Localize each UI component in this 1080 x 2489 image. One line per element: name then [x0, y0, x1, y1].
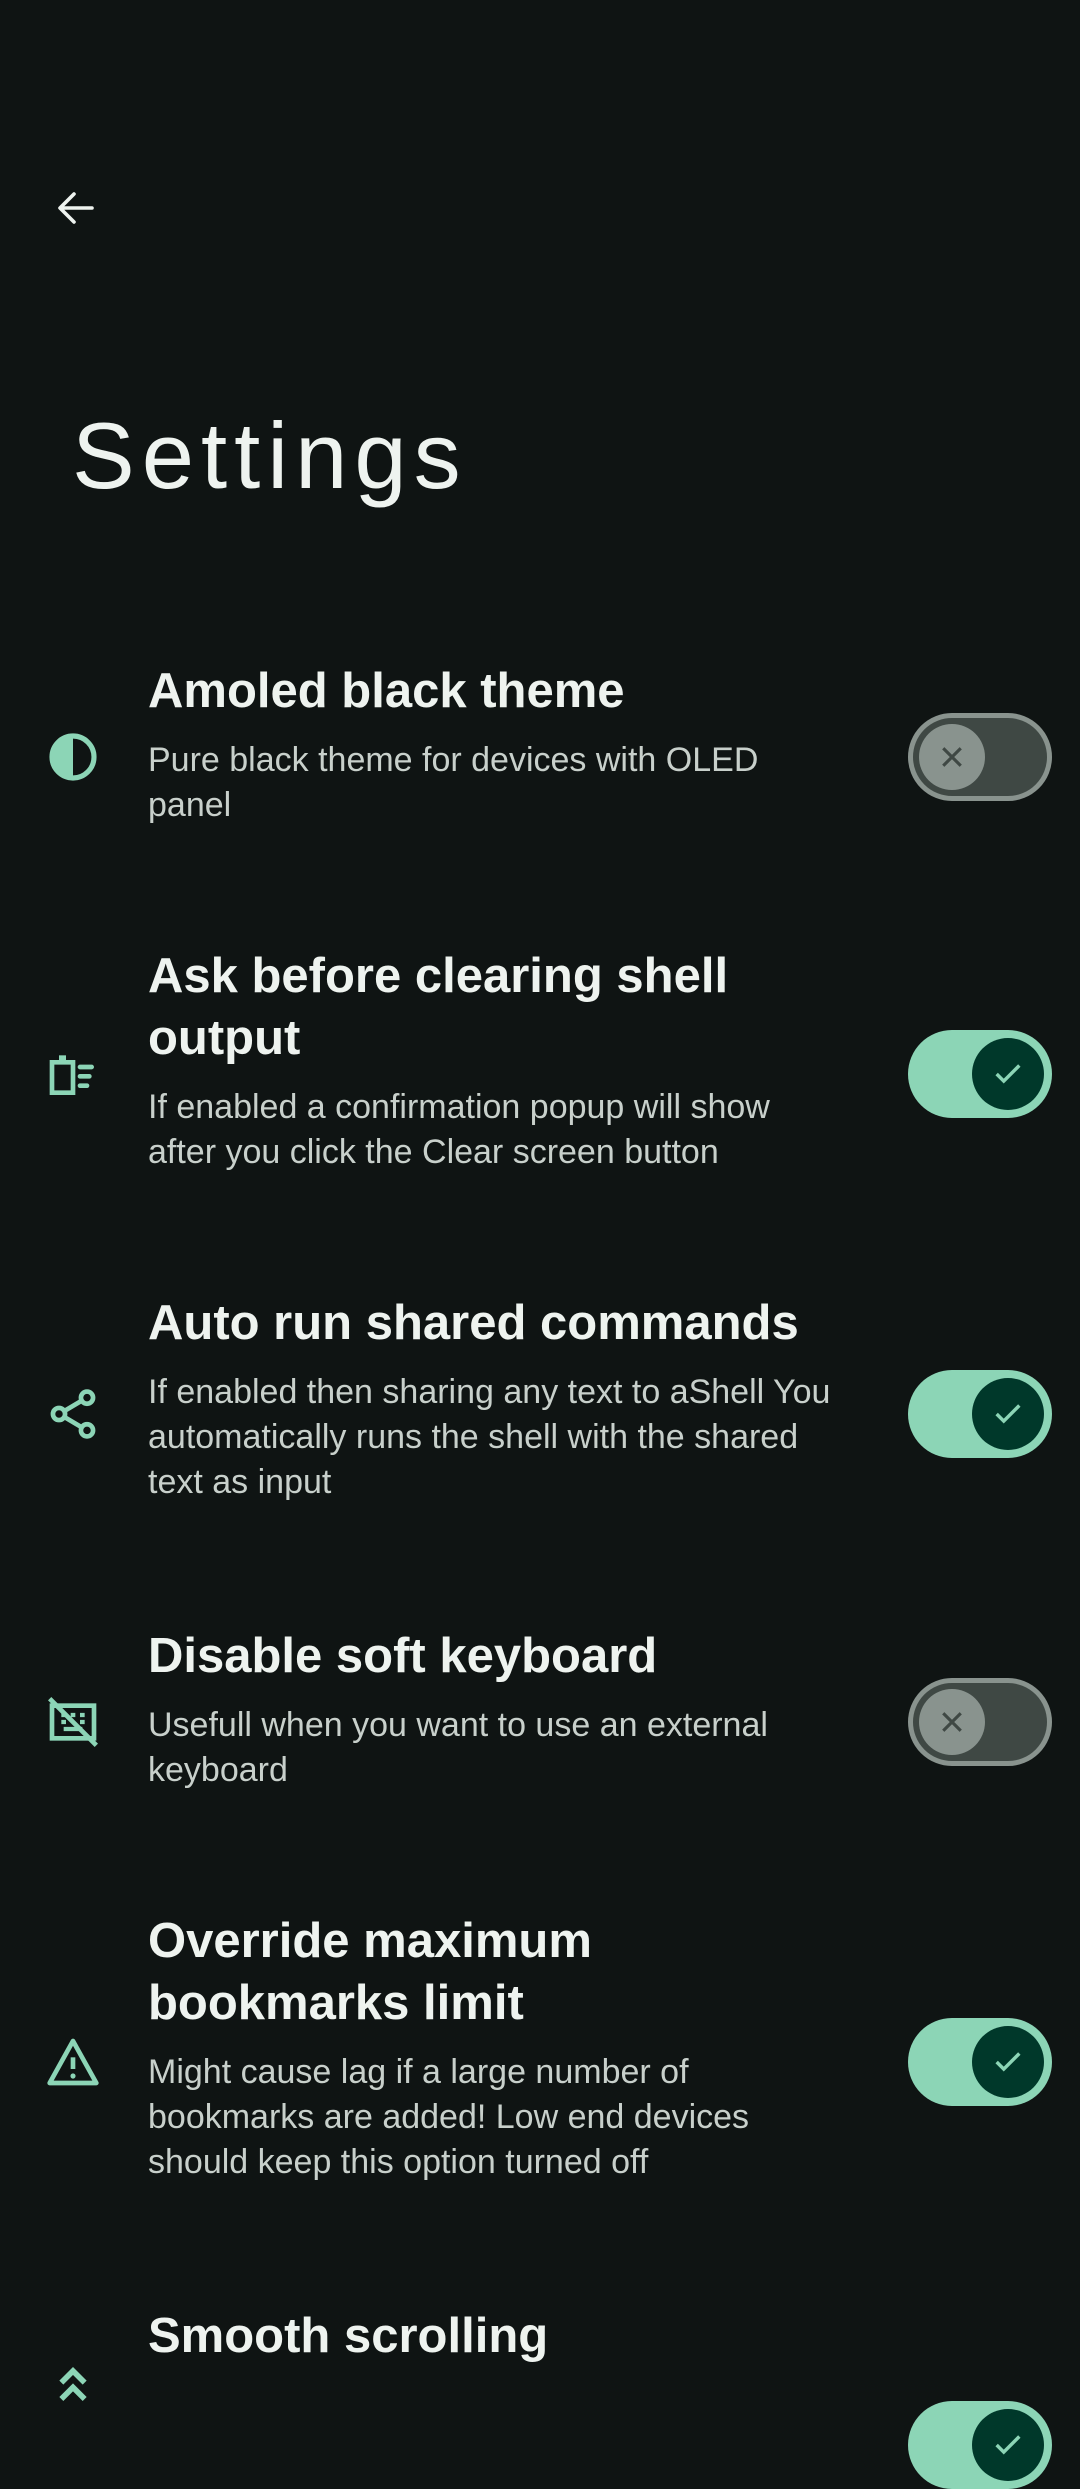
setting-title: Amoled black theme [148, 664, 625, 718]
check-icon [995, 1064, 1021, 1084]
setting-description: Might cause lag if a large number of boo… [148, 2053, 750, 2181]
setting-title: Disable soft keyboard [148, 1629, 658, 1683]
setting-description: If enabled then sharing any text to aShe… [148, 1373, 831, 1501]
ask-before-clearing-toggle[interactable] [908, 1030, 1052, 1118]
setting-description: Usefull when you want to use an external… [148, 1706, 768, 1789]
check-icon [995, 2435, 1021, 2455]
auto-run-shared-toggle[interactable] [908, 1370, 1052, 1458]
contrast-icon [49, 733, 97, 781]
keyboard-off-icon [48, 1697, 98, 1747]
setting-title: Ask before clearing shell output [148, 949, 729, 1065]
setting-description: Pure black theme for devices with OLED p… [148, 741, 759, 824]
amoled-theme-toggle[interactable] [908, 713, 1052, 801]
check-icon [995, 2052, 1021, 2072]
clear-all-icon [49, 1055, 94, 1095]
disable-soft-keyboard-toggle[interactable] [908, 1678, 1052, 1766]
override-bookmarks-toggle[interactable] [908, 2018, 1052, 2106]
setting-title: Auto run shared commands [148, 1296, 799, 1350]
warning-icon [47, 2038, 99, 2086]
setting-description: If enabled a confirmation popup will sho… [148, 1088, 770, 1171]
setting-title: Smooth scrolling [148, 2309, 549, 2363]
close-icon [942, 747, 962, 767]
close-icon [942, 1712, 962, 1732]
check-icon [995, 1404, 1021, 1424]
double-chevron-up-icon [59, 2367, 87, 2401]
back-button[interactable] [44, 176, 108, 240]
setting-title: Override maximum bookmarks limit [148, 1914, 592, 2030]
smooth-scrolling-toggle[interactable] [908, 2401, 1052, 2489]
arrow-back-icon [58, 192, 94, 224]
share-icon [50, 1389, 96, 1439]
page-title: Settings [72, 403, 468, 508]
